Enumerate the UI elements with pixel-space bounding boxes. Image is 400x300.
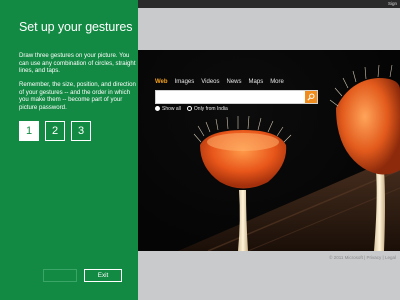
search-tabs: Web Images Videos News Maps More xyxy=(155,79,284,85)
search-input[interactable] xyxy=(155,90,318,104)
gesture-step-3: 3 xyxy=(71,121,91,141)
gesture-step-2: 2 xyxy=(45,121,65,141)
panel-title: Set up your gestures xyxy=(19,20,133,34)
picture-preview[interactable]: Web Images Videos News Maps More Show al… xyxy=(138,50,400,251)
tab-more[interactable]: More xyxy=(270,79,284,85)
gesture-step-1: 1 xyxy=(19,121,39,141)
tab-images[interactable]: Images xyxy=(175,79,195,85)
exit-button[interactable]: Exit xyxy=(84,269,122,282)
top-bar: Sign xyxy=(138,0,400,8)
option-only-from-india[interactable]: Only from India xyxy=(186,106,228,112)
tab-videos[interactable]: Videos xyxy=(201,79,219,85)
option-label: Only from India xyxy=(193,106,228,112)
tab-news[interactable]: News xyxy=(227,79,242,85)
reminder-paragraph: Remember, the size, position, and direct… xyxy=(19,81,136,111)
option-label: Show all xyxy=(162,106,181,112)
search-icon xyxy=(307,93,315,101)
tab-web[interactable]: Web xyxy=(155,79,168,85)
option-show-all[interactable]: Show all xyxy=(155,106,181,112)
footer-links: © 2011 Microsoft | Privacy | Legal xyxy=(329,255,396,260)
search-button[interactable] xyxy=(305,91,317,103)
sign-in-link[interactable]: Sign xyxy=(388,0,397,8)
search-options: Show all Only from India xyxy=(155,106,228,112)
instructions-paragraph: Draw three gestures on your picture. You… xyxy=(19,52,136,75)
gesture-setup-panel: Set up your gestures Draw three gestures… xyxy=(0,0,138,300)
gesture-steps: 1 2 3 xyxy=(19,121,91,141)
radio-icon xyxy=(186,106,192,112)
back-button xyxy=(43,269,77,282)
tab-maps[interactable]: Maps xyxy=(249,79,264,85)
radio-icon xyxy=(155,106,160,112)
